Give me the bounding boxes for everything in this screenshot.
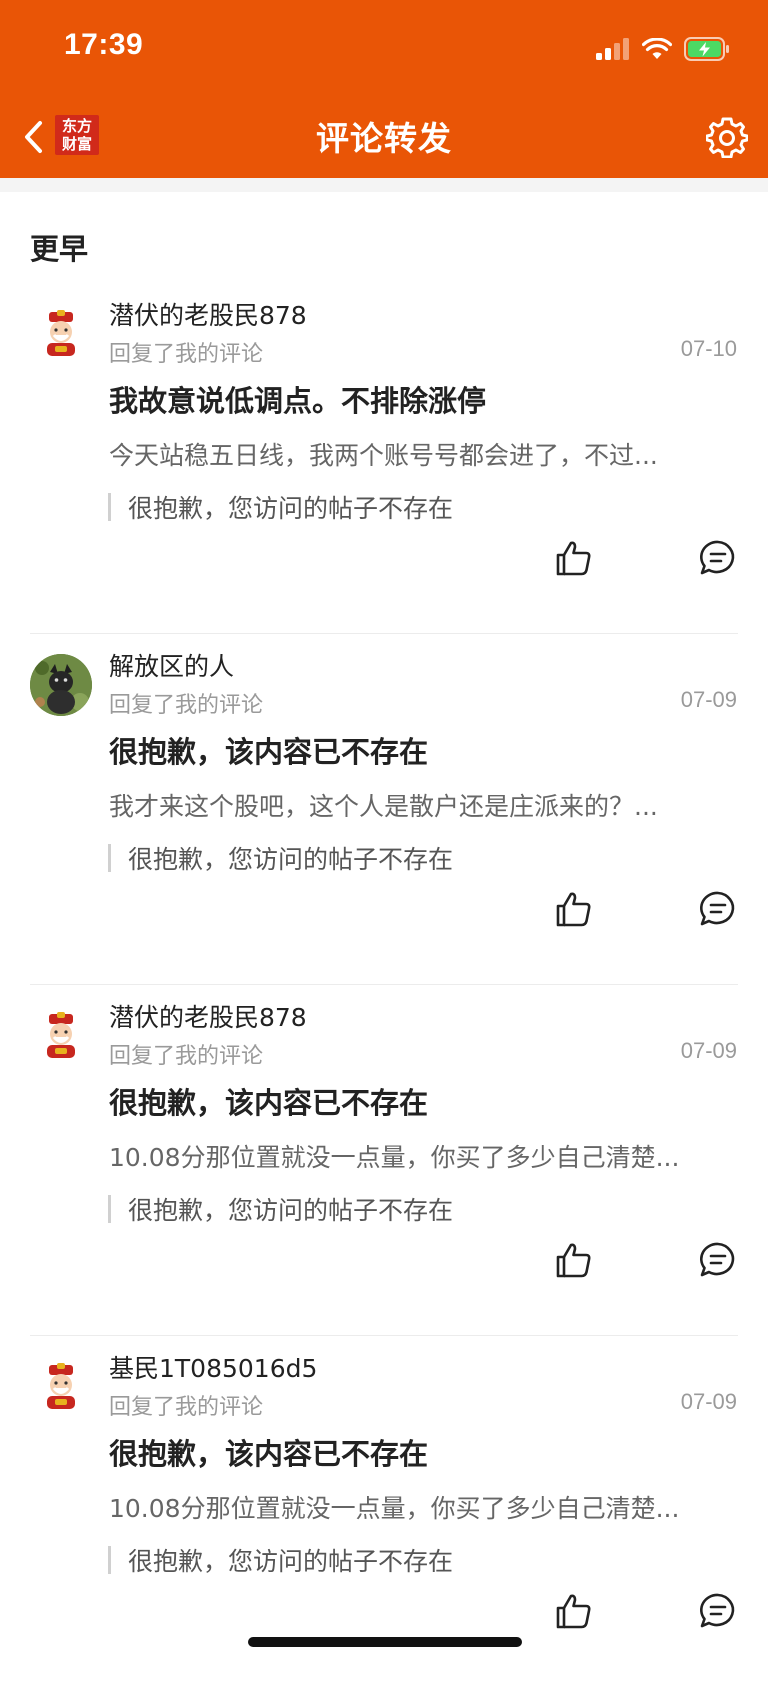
reply-label: 回复了我的评论	[109, 1044, 264, 1069]
reply-label: 回复了我的评论	[109, 693, 264, 718]
section-title: 更早	[30, 232, 89, 266]
comment-body[interactable]: 今天站稳五日线，我两个账号号都会进了，不过...	[109, 436, 727, 472]
username[interactable]: 解放区的人	[109, 647, 234, 683]
wifi-icon	[642, 38, 672, 59]
thumbs-up-icon	[556, 1243, 591, 1278]
notification-item[interactable]: 基民1T085016d5 回复了我的评论 07-09 很抱歉，该内容已不存在 1…	[0, 1336, 768, 1687]
like-button[interactable]	[554, 889, 594, 929]
comment-bubble-icon	[699, 891, 735, 926]
notification-item[interactable]: 潜伏的老股民878 回复了我的评论 07-09 很抱歉，该内容已不存在 10.0…	[0, 985, 768, 1336]
status-icons	[596, 32, 730, 66]
reply-button[interactable]	[698, 889, 738, 929]
notification-item[interactable]: 解放区的人 回复了我的评论 07-09 很抱歉，该内容已不存在 我才来这个股吧，…	[0, 634, 768, 985]
comment-bubble-icon	[699, 540, 735, 575]
reply-button[interactable]	[698, 1240, 738, 1280]
cartoon-god-avatar-icon	[47, 310, 75, 356]
gear-icon	[706, 117, 748, 158]
avatar[interactable]	[30, 1356, 92, 1418]
quoted-post[interactable]: 很抱歉，您访问的帖子不存在	[128, 1542, 453, 1578]
comment-bubble-icon	[699, 1593, 735, 1628]
settings-button[interactable]	[704, 114, 750, 160]
cartoon-god-avatar-icon	[47, 1012, 75, 1058]
comment-title[interactable]: 很抱歉，该内容已不存在	[109, 1431, 428, 1473]
date: 07-10	[680, 336, 737, 361]
username[interactable]: 基民1T085016d5	[109, 1349, 317, 1385]
like-button[interactable]	[554, 1591, 594, 1631]
comment-body[interactable]: 我才来这个股吧，这个人是散户还是庄派来的？...	[109, 787, 727, 823]
comment-body[interactable]: 10.08分那位置就没一点量，你买了多少自己清楚...	[109, 1138, 727, 1174]
dog-photo-avatar-icon	[30, 654, 92, 716]
quoted-post[interactable]: 很抱歉，您访问的帖子不存在	[128, 489, 453, 525]
page-title: 评论转发	[316, 119, 452, 158]
quote-bar	[108, 844, 111, 872]
like-button[interactable]	[554, 1240, 594, 1280]
date: 07-09	[680, 1038, 737, 1063]
status-time: 17:39	[64, 28, 144, 61]
header-separator	[0, 178, 768, 192]
cartoon-god-avatar-icon	[47, 1363, 75, 1409]
avatar[interactable]	[30, 654, 92, 716]
reply-button[interactable]	[698, 538, 738, 578]
quote-bar	[108, 493, 111, 521]
home-indicator[interactable]	[248, 1637, 522, 1647]
comment-title[interactable]: 很抱歉，该内容已不存在	[109, 1080, 428, 1122]
comment-bubble-icon	[699, 1242, 735, 1277]
notification-item[interactable]: 潜伏的老股民878 回复了我的评论 07-10 我故意说低调点。不排除涨停 今天…	[0, 283, 768, 634]
cellular-signal-icon	[596, 38, 629, 60]
avatar[interactable]	[30, 303, 92, 365]
date: 07-09	[680, 687, 737, 712]
reply-button[interactable]	[698, 1591, 738, 1631]
username[interactable]: 潜伏的老股民878	[109, 998, 307, 1034]
thumbs-up-icon	[556, 1594, 591, 1629]
reply-label: 回复了我的评论	[109, 342, 264, 367]
comment-title[interactable]: 我故意说低调点。不排除涨停	[109, 378, 486, 420]
quote-bar	[108, 1195, 111, 1223]
like-button[interactable]	[554, 538, 594, 578]
reply-label: 回复了我的评论	[109, 1395, 264, 1420]
quote-bar	[108, 1546, 111, 1574]
thumbs-up-icon	[556, 541, 591, 576]
battery-charging-icon	[684, 37, 729, 61]
username[interactable]: 潜伏的老股民878	[109, 296, 307, 332]
thumbs-up-icon	[556, 892, 591, 927]
avatar[interactable]	[30, 1005, 92, 1067]
quoted-post[interactable]: 很抱歉，您访问的帖子不存在	[128, 1191, 453, 1227]
date: 07-09	[680, 1389, 737, 1414]
quoted-post[interactable]: 很抱歉，您访问的帖子不存在	[128, 840, 453, 876]
comment-body[interactable]: 10.08分那位置就没一点量，你买了多少自己清楚...	[109, 1489, 727, 1525]
comment-title[interactable]: 很抱歉，该内容已不存在	[109, 729, 428, 771]
app-header: 17:39 东方 财富 评论转发	[0, 0, 768, 178]
